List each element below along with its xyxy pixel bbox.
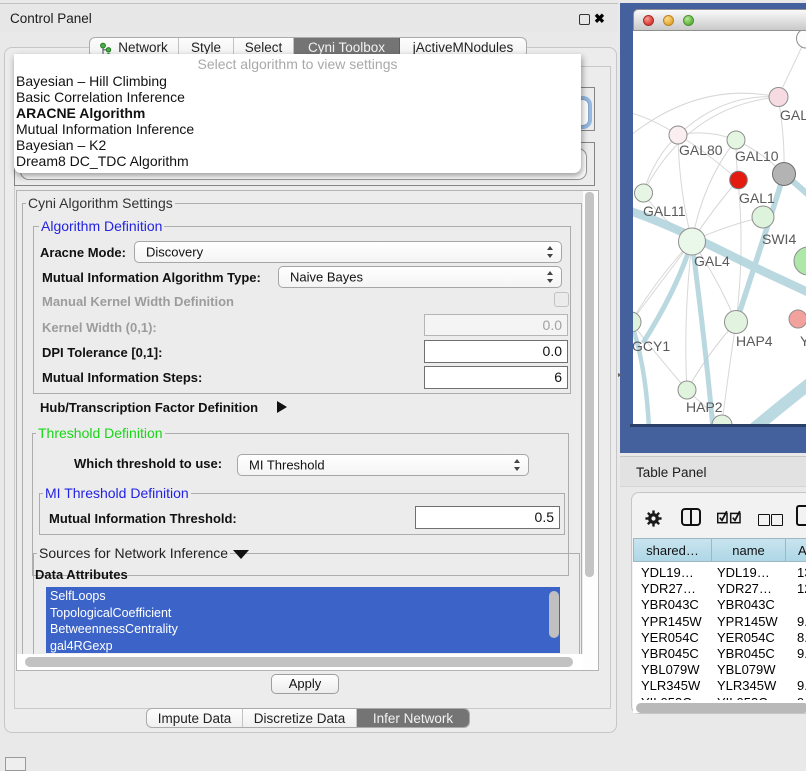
svg-text:HAP2: HAP2 [686, 399, 723, 415]
svg-text:SWI4: SWI4 [762, 231, 796, 247]
svg-text:GAL7: GAL7 [780, 107, 806, 123]
svg-text:GAL80: GAL80 [679, 142, 723, 158]
svg-text:Y: Y [800, 333, 806, 349]
svg-text:GAL4: GAL4 [694, 253, 730, 269]
svg-text:HAP4: HAP4 [736, 333, 773, 349]
svg-text:GAL10: GAL10 [735, 148, 779, 164]
svg-text:GAL11: GAL11 [643, 203, 686, 219]
svg-text:GAL1: GAL1 [739, 190, 775, 206]
svg-text:GCY1: GCY1 [633, 338, 670, 354]
